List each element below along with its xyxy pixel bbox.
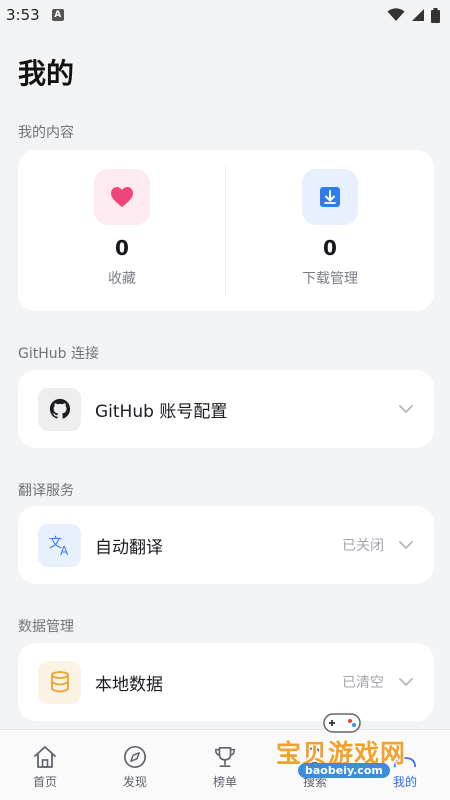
nav-item-discover[interactable]: 发现 <box>90 730 180 800</box>
downloads-icon-box <box>302 169 358 225</box>
section-label-translation: 翻译服务 <box>18 483 74 499</box>
nav-item-home[interactable]: 首页 <box>0 730 90 800</box>
translate-row-title: 自动翻译 <box>95 537 163 558</box>
database-icon <box>50 671 69 693</box>
wifi-icon <box>387 8 405 21</box>
section-label-github: GitHub 连接 <box>18 346 99 362</box>
status-bar: 3:53 A <box>0 0 450 30</box>
auto-translate-row[interactable]: 文 A 自动翻译 已关闭 <box>18 506 434 584</box>
favorites-icon-box <box>94 169 150 225</box>
github-icon <box>49 398 70 419</box>
github-row-title: GitHub 账号配置 <box>95 401 228 422</box>
translate-icon: 文 A <box>49 536 69 556</box>
downloads-stat[interactable]: 0 下载管理 <box>226 150 434 311</box>
favorites-label: 收藏 <box>108 271 136 287</box>
battery-icon <box>431 7 440 23</box>
database-icon-box <box>38 660 81 704</box>
local-data-status: 已清空 <box>342 675 384 691</box>
watermark: 宝贝游戏网 baobeiy.com <box>276 708 446 790</box>
nav-label-discover: 发现 <box>122 775 147 789</box>
downloads-label: 下载管理 <box>302 271 358 287</box>
status-time: 3:53 <box>6 6 40 24</box>
my-content-card: 0 收藏 0 下载管理 <box>18 150 434 311</box>
section-label-my-content: 我的内容 <box>18 125 74 141</box>
nav-label-home: 首页 <box>32 775 57 789</box>
favorites-stat[interactable]: 0 收藏 <box>18 150 226 311</box>
status-right <box>387 7 440 23</box>
translate-status: 已关闭 <box>342 538 384 554</box>
heart-icon <box>111 187 133 207</box>
section-label-data: 数据管理 <box>18 619 74 635</box>
chevron-down-icon[interactable] <box>398 401 414 417</box>
translate-icon-box: 文 A <box>38 523 81 567</box>
signal-icon <box>412 9 424 21</box>
github-account-row[interactable]: GitHub 账号配置 <box>18 370 434 448</box>
home-icon <box>34 746 56 768</box>
local-data-row-title: 本地数据 <box>95 674 163 695</box>
downloads-count: 0 <box>323 236 337 260</box>
watermark-url: baobeiy.com <box>298 763 390 778</box>
github-icon-box <box>38 387 81 431</box>
nav-item-ranking[interactable]: 榜单 <box>180 730 270 800</box>
compass-icon <box>124 746 146 768</box>
chevron-down-icon[interactable] <box>398 674 414 690</box>
gamepad-icon <box>323 713 361 733</box>
page-title: 我的 <box>18 57 75 90</box>
trophy-icon <box>215 746 235 768</box>
download-icon <box>320 187 340 207</box>
nav-label-ranking: 榜单 <box>212 775 237 789</box>
svg-text:A: A <box>60 544 69 556</box>
favorites-count: 0 <box>115 236 129 260</box>
content-divider <box>225 166 226 296</box>
a-icon: A <box>51 9 64 21</box>
chevron-down-icon[interactable] <box>398 537 414 553</box>
